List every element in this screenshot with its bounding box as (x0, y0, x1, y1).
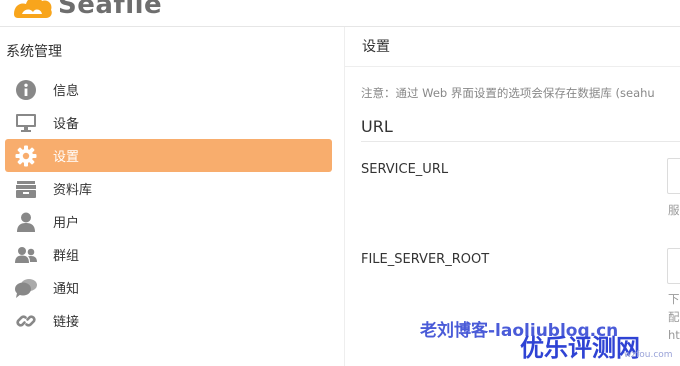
link-icon (14, 309, 38, 333)
sidebar-item-libraries[interactable]: 资料库 (5, 172, 332, 205)
seafile-logo-icon (14, 0, 52, 18)
monitor-icon (14, 111, 38, 135)
sidebar-item-label: 资料库 (53, 183, 93, 198)
sidebar-item-settings[interactable]: 设置 (5, 139, 332, 172)
notification-icon (14, 276, 38, 300)
section-divider (361, 141, 680, 142)
user-icon (14, 210, 38, 234)
info-icon (14, 78, 38, 102)
sidebar-item-info[interactable]: 信息 (5, 73, 332, 106)
sidebar-item-label: 链接 (53, 315, 80, 330)
sidebar-item-label: 信息 (53, 84, 80, 99)
sidebar-item-links[interactable]: 链接 (5, 304, 332, 337)
sidebar-item-notifications[interactable]: 通知 (5, 271, 332, 304)
sidebar-item-devices[interactable]: 设备 (5, 106, 332, 139)
service-url-input[interactable] (667, 158, 680, 194)
sidebar-item-label: 群组 (53, 249, 80, 264)
sidebar-item-label: 设置 (53, 150, 80, 165)
settings-panel: 设置 注意：通过 Web 界面设置的选项会保存在数据库 (seahu URL S… (345, 27, 680, 366)
group-icon (14, 243, 38, 267)
file-server-root-help-2: 配 (668, 310, 680, 324)
service-url-help: 服 (668, 203, 680, 217)
file-server-root-help-1: 下 (668, 292, 680, 306)
sidebar-item-label: 用户 (53, 216, 80, 231)
admin-nav: 信息 设备 设置 资料库 用户 群组 通知 链接 (5, 73, 332, 337)
page-title: 设置 (345, 27, 680, 67)
seafile-logo[interactable]: Seafile (10, 0, 162, 22)
sidebar-item-label: 通知 (53, 282, 80, 297)
settings-notice: 注意：通过 Web 界面设置的选项会保存在数据库 (seahu (361, 86, 655, 100)
section-title-url: URL (361, 117, 393, 136)
sidebar-item-users[interactable]: 用户 (5, 205, 332, 238)
sidebar-item-groups[interactable]: 群组 (5, 238, 332, 271)
sidebar-title: 系统管理 (6, 44, 62, 60)
library-icon (14, 177, 38, 201)
admin-sidebar: 系统管理 信息 设备 设置 资料库 用户 群组 通知 链接 (0, 27, 345, 366)
top-bar: Seafile (0, 0, 680, 27)
service-url-label: SERVICE_URL (361, 162, 449, 177)
file-server-root-help-3: ht (668, 328, 680, 342)
file-server-root-label: FILE_SERVER_ROOT (361, 252, 490, 267)
sidebar-item-label: 设备 (53, 117, 80, 132)
brand-name: Seafile (58, 0, 163, 20)
gear-icon (14, 144, 38, 168)
file-server-root-input[interactable] (667, 248, 680, 284)
